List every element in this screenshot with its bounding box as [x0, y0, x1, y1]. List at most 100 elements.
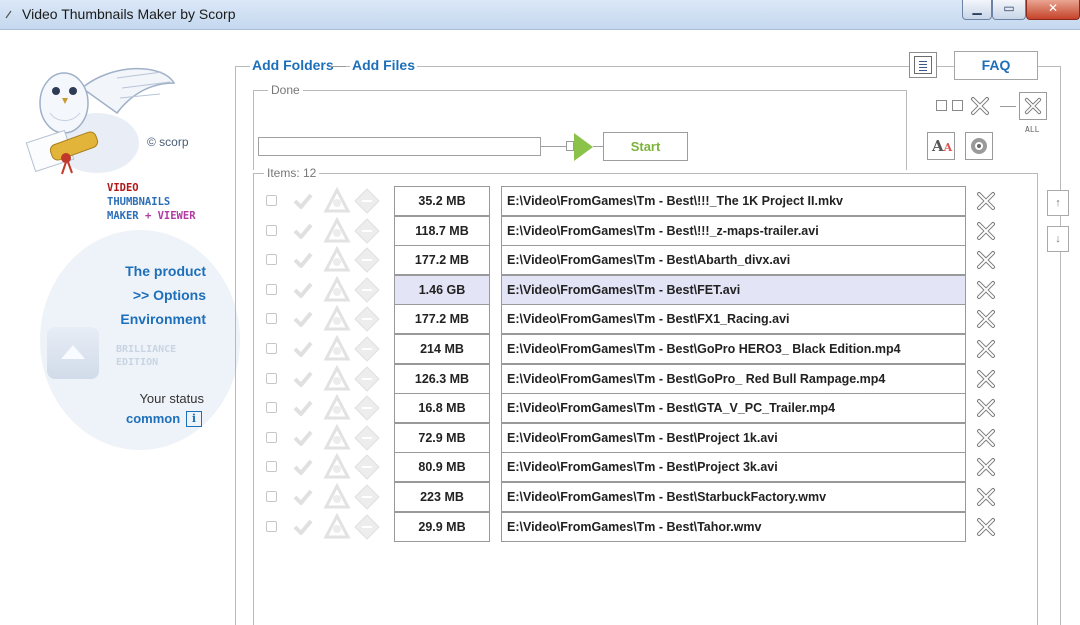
remove-selected-icon[interactable] [970, 96, 990, 116]
row-checkbox[interactable] [266, 372, 277, 384]
row-checkbox[interactable] [266, 461, 277, 473]
remove-item-icon[interactable] [976, 280, 996, 300]
file-row[interactable]: 177.2 MB E:\Video\FromGames\Tm - Best\FX… [262, 304, 1002, 335]
row-checkbox[interactable] [266, 283, 277, 295]
file-settings-icon[interactable] [353, 276, 381, 304]
minimize-button[interactable]: ▁ [962, 0, 992, 20]
file-settings-icon[interactable] [353, 453, 381, 481]
row-checkbox[interactable] [266, 491, 277, 502]
file-row[interactable]: 80.9 MB E:\Video\FromGames\Tm - Best\Pro… [262, 452, 1002, 483]
remove-item-icon[interactable] [976, 250, 996, 270]
thumbnail-settings-icon[interactable] [323, 335, 351, 363]
file-row[interactable]: 29.9 MB E:\Video\FromGames\Tm - Best\Tah… [262, 511, 1002, 542]
file-settings-icon[interactable] [353, 305, 381, 333]
file-row[interactable]: 16.8 MB E:\Video\FromGames\Tm - Best\GTA… [262, 393, 1002, 424]
check-status-icon [293, 312, 313, 328]
file-settings-icon[interactable] [353, 513, 381, 541]
file-path: E:\Video\FromGames\Tm - Best\Tahor.wmv [501, 511, 966, 542]
file-size: 72.9 MB [394, 422, 490, 453]
remove-item-icon[interactable] [976, 221, 996, 241]
nav-environment[interactable]: Environment [120, 311, 206, 327]
remove-item-icon[interactable] [976, 428, 996, 448]
thumbnail-settings-icon[interactable] [323, 483, 351, 511]
progress-connector [541, 146, 567, 147]
row-checkbox[interactable] [266, 431, 277, 443]
maximize-button[interactable]: ▭ [992, 0, 1026, 20]
thumbnail-settings-icon[interactable] [323, 275, 351, 304]
brand-line-1: VIDEO [107, 182, 139, 194]
thumbnail-settings-icon[interactable] [323, 187, 351, 215]
play-icon[interactable] [574, 133, 593, 161]
file-path: E:\Video\FromGames\Tm - Best\StarbuckFac… [501, 482, 966, 512]
status-value[interactable]: common [126, 411, 180, 426]
file-row[interactable]: 35.2 MB E:\Video\FromGames\Tm - Best\!!!… [262, 186, 1002, 216]
file-row[interactable]: 1.46 GB E:\Video\FromGames\Tm - Best\FET… [262, 274, 1002, 305]
thumbnail-settings-icon[interactable] [323, 453, 351, 481]
info-icon[interactable]: i [186, 411, 202, 427]
thumbnail-settings-icon[interactable] [323, 305, 351, 333]
file-row[interactable]: 177.2 MB E:\Video\FromGames\Tm - Best\Ab… [262, 245, 1002, 276]
add-files-link[interactable]: Add Files [350, 57, 418, 73]
file-settings-icon[interactable] [353, 246, 381, 274]
disc-settings-button[interactable] [965, 132, 993, 160]
thumbnail-settings-icon[interactable] [323, 394, 351, 422]
thumbnail-settings-icon[interactable] [323, 216, 351, 245]
select-all-checkbox[interactable] [936, 100, 947, 111]
file-path: E:\Video\FromGames\Tm - Best\FET.avi [501, 274, 966, 305]
file-settings-icon[interactable] [353, 365, 381, 393]
window-title: Video Thumbnails Maker by Scorp [22, 6, 236, 22]
file-path: E:\Video\FromGames\Tm - Best\FX1_Racing.… [501, 304, 966, 335]
remove-item-icon[interactable] [976, 487, 996, 507]
row-checkbox[interactable] [266, 313, 277, 325]
row-checkbox[interactable] [266, 224, 277, 236]
row-checkbox[interactable] [266, 343, 277, 354]
file-settings-icon[interactable] [353, 187, 381, 215]
start-button[interactable]: Start [603, 132, 688, 161]
tool-connector [1000, 106, 1016, 107]
faq-button[interactable]: FAQ [954, 51, 1038, 80]
thumbnail-settings-icon[interactable] [323, 423, 351, 452]
remove-item-icon[interactable] [976, 457, 996, 477]
thumbnail-settings-icon[interactable] [323, 364, 351, 393]
remove-item-icon[interactable] [976, 309, 996, 329]
nav-options[interactable]: >> Options [133, 287, 206, 303]
remove-item-icon[interactable] [976, 191, 996, 211]
remove-item-icon[interactable] [976, 339, 996, 359]
remove-item-icon[interactable] [976, 398, 996, 418]
file-settings-icon[interactable] [353, 483, 381, 511]
row-checkbox[interactable] [266, 254, 277, 266]
check-status-icon [293, 519, 313, 535]
file-row[interactable]: 214 MB E:\Video\FromGames\Tm - Best\GoPr… [262, 334, 1002, 364]
title-bar: Video Thumbnails Maker by Scorp ▁ ▭ ✕ [0, 0, 1080, 30]
thumbnail-settings-icon[interactable] [323, 512, 351, 541]
row-checkbox[interactable] [266, 520, 277, 532]
file-row[interactable]: 126.3 MB E:\Video\FromGames\Tm - Best\Go… [262, 363, 1002, 394]
file-settings-icon[interactable] [353, 424, 381, 452]
remove-all-button[interactable] [1019, 92, 1047, 120]
close-window-button[interactable]: ✕ [1026, 0, 1080, 20]
move-down-button[interactable]: ↓ [1047, 226, 1069, 252]
file-row[interactable]: 223 MB E:\Video\FromGames\Tm - Best\Star… [262, 482, 1002, 512]
list-icon-line [919, 67, 927, 68]
remove-item-icon[interactable] [976, 517, 996, 537]
select-none-checkbox[interactable] [952, 100, 963, 111]
file-path: E:\Video\FromGames\Tm - Best\Project 3k.… [501, 452, 966, 483]
list-view-button[interactable] [909, 52, 937, 78]
file-row[interactable]: 72.9 MB E:\Video\FromGames\Tm - Best\Pro… [262, 422, 1002, 453]
thumbnail-settings-icon[interactable] [323, 246, 351, 274]
file-settings-icon[interactable] [353, 217, 381, 245]
add-folders-link[interactable]: Add Folders [250, 57, 336, 73]
row-checkbox[interactable] [266, 195, 277, 206]
file-size: 177.2 MB [394, 245, 490, 276]
edition-line-1: BRILLIANCE [116, 344, 177, 355]
owl-logo [25, 67, 176, 175]
row-checkbox[interactable] [266, 402, 277, 414]
file-row[interactable]: 118.7 MB E:\Video\FromGames\Tm - Best\!!… [262, 215, 1002, 246]
nav-the-product[interactable]: The product [125, 263, 206, 279]
font-settings-button[interactable]: AA [927, 132, 955, 160]
edition-logo-triangle [61, 345, 85, 359]
move-up-button[interactable]: ↑ [1047, 190, 1069, 216]
file-settings-icon[interactable] [353, 335, 381, 363]
remove-item-icon[interactable] [976, 369, 996, 389]
file-settings-icon[interactable] [353, 394, 381, 422]
